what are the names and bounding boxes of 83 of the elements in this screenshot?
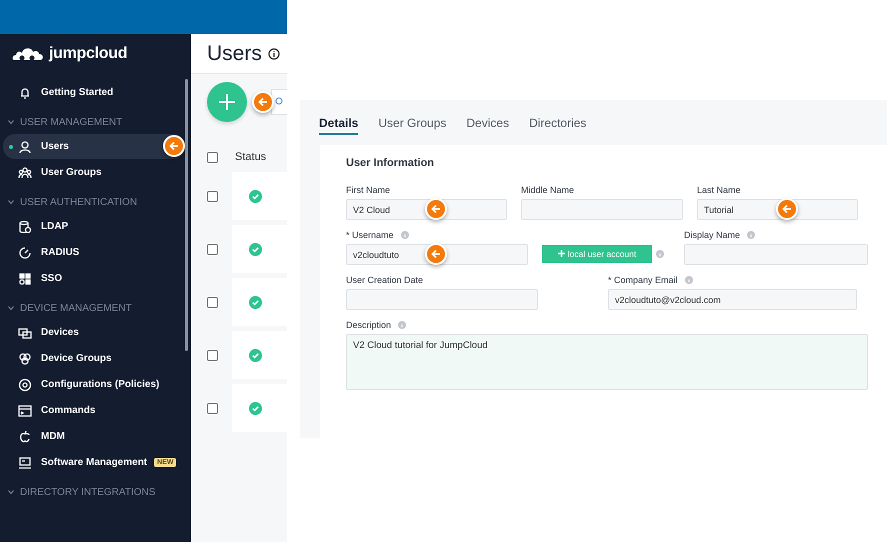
input-field[interactable]: v2cloudtuto [346,244,528,265]
nav-item[interactable]: User Groups [3,160,185,185]
checkbox[interactable] [207,296,218,308]
caret-icon [8,490,14,494]
field-label: * Username [346,230,394,240]
db-icon [18,220,32,234]
cloud-logo-icon [12,46,46,62]
tab[interactable]: Directories [529,112,586,134]
rings-icon [18,352,32,366]
check-circle-icon [249,190,262,202]
caret-icon [8,200,14,204]
apple-icon [18,430,32,444]
nav-item[interactable]: Configurations (Policies) [3,372,185,397]
arrow-icon [169,141,179,151]
caret-icon [8,306,14,310]
field-label: * Company Email [608,275,678,285]
arrow-icon [431,249,441,259]
plus-icon [558,250,565,257]
gear-icon [18,378,32,392]
tab[interactable]: Devices [466,112,510,134]
input-field[interactable]: Tutorial [697,199,858,220]
nav-item[interactable]: Devices [3,320,185,345]
nav-item[interactable]: Device Groups [3,346,185,371]
checkbox[interactable] [207,244,218,254]
check-circle-icon [249,402,262,414]
nav-item[interactable]: Users [3,134,185,159]
checkbox[interactable] [207,402,218,414]
search-icon [275,97,285,107]
section-header[interactable]: DEVICE MANAGEMENT [0,296,191,320]
table-row[interactable] [232,172,287,220]
field-label: User Creation Date [346,275,424,285]
nav-item[interactable]: Commands [3,398,185,423]
caret-icon [8,120,14,124]
checkbox[interactable] [207,190,218,202]
check-circle-icon [249,296,262,308]
check-circle-icon [249,348,262,362]
input-field[interactable] [346,289,538,310]
field-label: First Name [346,185,390,195]
add-button[interactable] [207,82,247,122]
description-field[interactable]: V2 Cloud tutorial for JumpCloud [346,334,868,390]
page-title: Users [207,42,262,66]
field-label: Display Name [684,230,740,240]
users-icon [18,166,32,180]
column-header: Status [235,151,266,163]
bell-icon [18,86,32,100]
section-header[interactable]: USER AUTHENTICATION [0,190,191,214]
arrow-icon [431,204,441,214]
grid-icon [18,272,32,286]
input-field[interactable]: V2 Cloud [346,199,507,220]
checkbox[interactable] [207,152,218,162]
nav-item[interactable]: Getting Started [3,80,185,105]
section-header[interactable]: USER MANAGEMENT [0,110,191,134]
input-field[interactable]: v2cloudtuto@v2cloud.com [608,289,857,310]
tab[interactable]: User Groups [378,112,446,134]
field-label: Description [346,320,392,330]
scrollbar[interactable] [185,79,188,351]
arrow-icon [258,97,268,107]
table-row[interactable] [232,384,287,432]
radius-icon [18,246,32,260]
field-label: Middle Name [521,185,574,195]
table-row[interactable] [232,331,287,379]
nav-item[interactable]: SSO [3,266,185,291]
tab[interactable]: Details [319,112,358,134]
table-row[interactable] [232,225,287,273]
laptop-icon [18,456,32,470]
checkbox[interactable] [207,350,218,360]
arrow-icon [782,204,792,214]
input-field[interactable] [521,199,683,220]
plus-icon [218,93,236,111]
nav-item[interactable]: LDAP [3,214,185,239]
section-header[interactable]: DIRECTORY INTEGRATIONS [0,480,191,504]
user-icon [18,140,32,154]
logo-text: jumpcloud [49,45,128,63]
nav-item[interactable]: RADIUS [3,240,185,265]
section-title: User Information [346,157,436,169]
info-icon [268,48,280,60]
devices-icon [18,326,32,340]
field-label: Last Name [697,185,741,195]
input-field[interactable] [684,244,868,265]
check-circle-icon [249,242,262,256]
terminal-icon [18,404,32,418]
table-row[interactable] [232,278,287,326]
nav-item[interactable]: MDM [3,424,185,449]
